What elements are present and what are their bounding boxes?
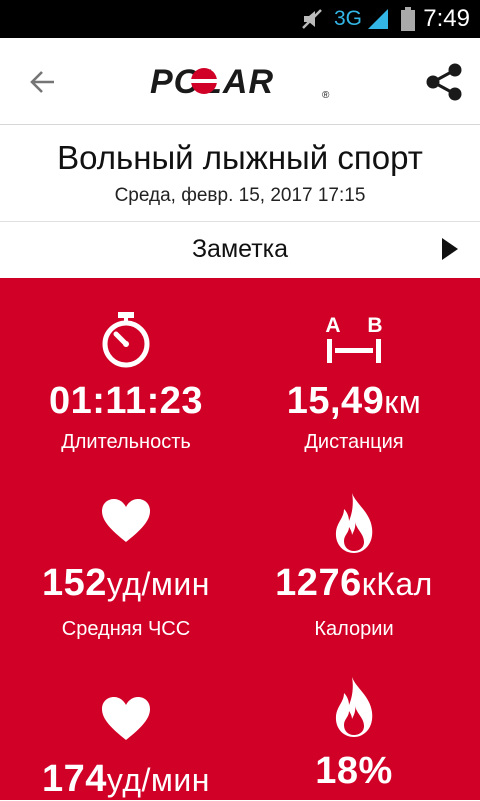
stat-max-hr: 174уд/мин xyxy=(6,648,246,800)
heart-icon xyxy=(102,697,150,740)
session-title: Вольный лыжный спорт xyxy=(57,139,423,176)
polar-logo: POLAR ® xyxy=(150,60,332,104)
stat-fat-burn: 18% xyxy=(234,648,474,800)
stat-label: Дистанция xyxy=(304,431,404,453)
play-arrow-icon xyxy=(442,238,458,260)
heart-icon xyxy=(102,499,150,542)
session-datetime: Среда, февр. 15, 2017 17:15 xyxy=(114,185,366,206)
status-bar: 3G 7:49 xyxy=(0,0,480,38)
app-bar: POLAR ® xyxy=(0,38,480,125)
stat-label: Средняя ЧСС xyxy=(61,618,191,640)
svg-text:A: A xyxy=(325,314,340,337)
stat-duration: 01:11:23 Длительность xyxy=(6,278,246,468)
distance-ab-icon: A B xyxy=(325,314,383,363)
mute-icon xyxy=(300,0,324,38)
svg-text:B: B xyxy=(367,314,382,337)
signal-icon xyxy=(366,0,390,38)
stat-value: 01:11:23 xyxy=(48,380,203,422)
stat-value: 152уд/мин xyxy=(42,562,210,604)
network-type: 3G xyxy=(334,7,363,30)
flame-icon xyxy=(335,677,373,737)
stat-calories: 1276кКал Калории xyxy=(234,468,474,648)
stopwatch-icon xyxy=(102,312,150,368)
stats-panel: 01:11:23 Длительность A B 15,49км Дистан… xyxy=(0,278,480,800)
status-time: 7:49 xyxy=(423,5,470,32)
share-button[interactable] xyxy=(422,60,466,104)
stat-value: 1276кКал xyxy=(275,562,433,604)
share-icon xyxy=(426,63,462,101)
battery-icon xyxy=(400,0,416,38)
stat-value: 15,49км xyxy=(286,380,422,422)
stat-average-hr: 152уд/мин Средняя ЧСС xyxy=(6,468,246,648)
back-button[interactable] xyxy=(22,62,62,102)
session-header: Вольный лыжный спорт Среда, февр. 15, 20… xyxy=(0,125,480,222)
stat-value: 174уд/мин xyxy=(42,758,210,800)
stat-value: 18% xyxy=(315,750,393,792)
stat-label: Калории xyxy=(314,618,394,640)
flame-icon xyxy=(335,493,373,553)
note-label: Заметка xyxy=(191,235,289,263)
stat-label: Длительность xyxy=(61,431,191,453)
svg-text:®: ® xyxy=(322,90,330,101)
stat-distance: A B 15,49км Дистанция xyxy=(234,278,474,468)
note-row[interactable]: Заметка xyxy=(0,222,480,278)
arrow-left-icon xyxy=(30,71,54,93)
